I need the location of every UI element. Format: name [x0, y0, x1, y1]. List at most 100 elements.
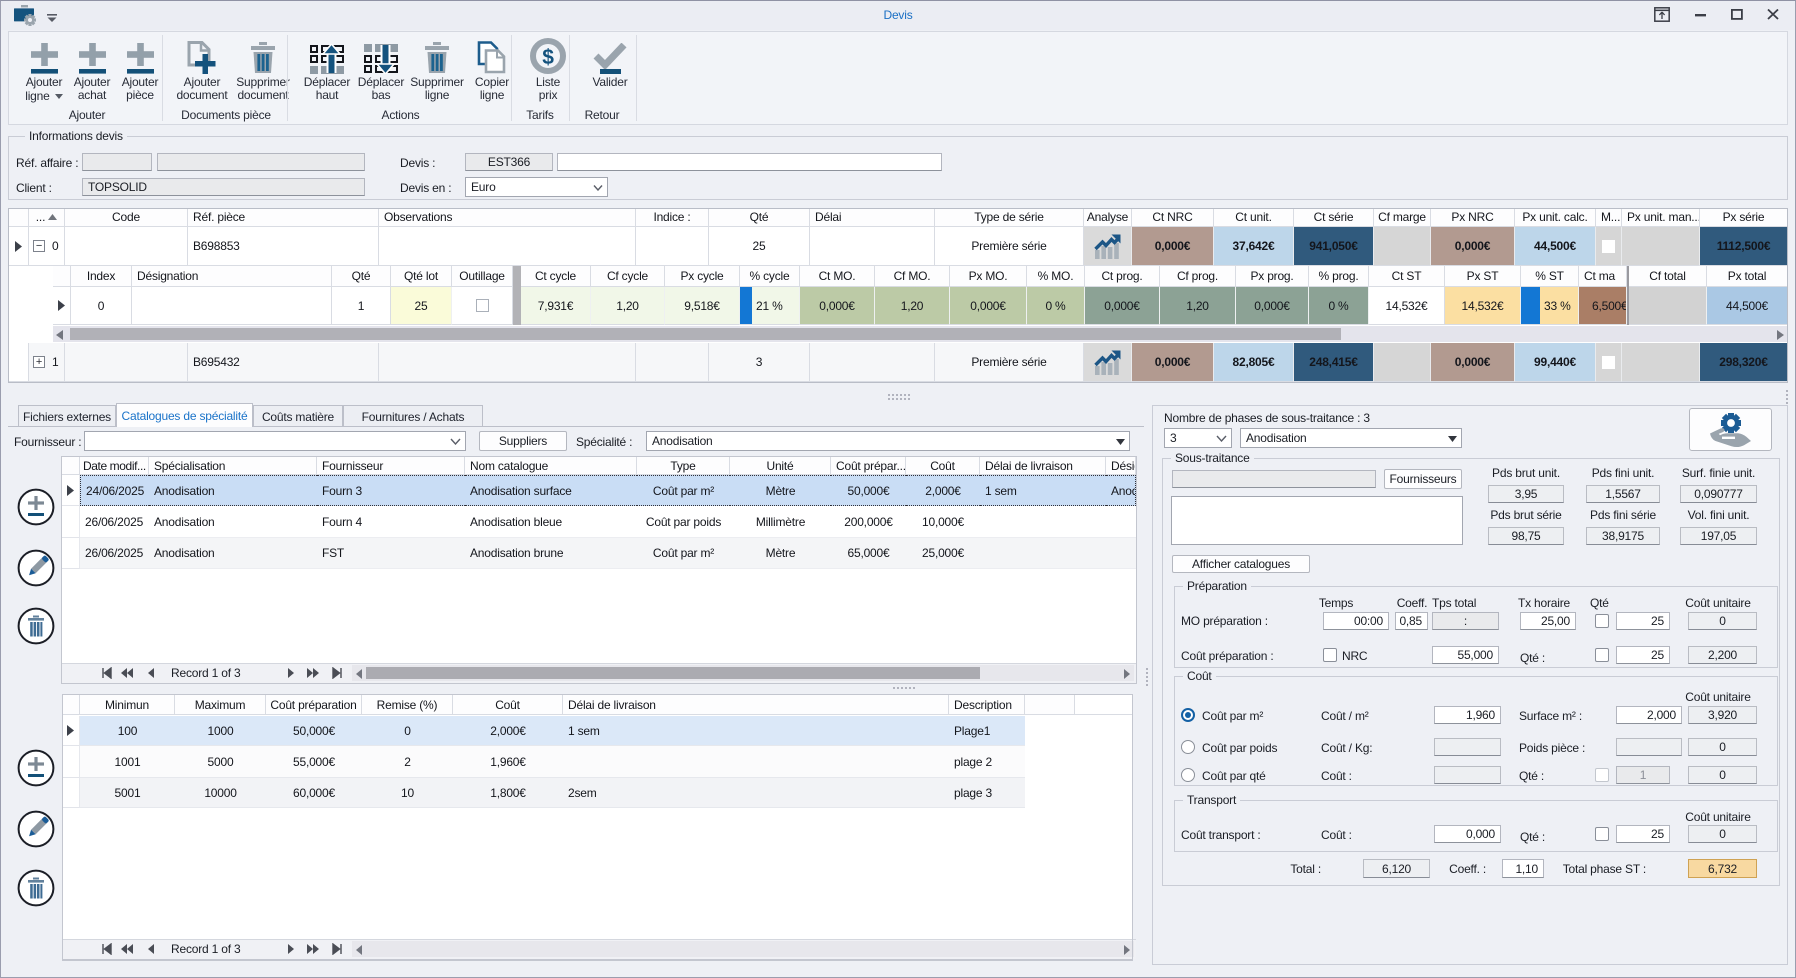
- grid-cell-px_nrc[interactable]: 0,000€: [1431, 227, 1515, 266]
- subgrid-header-pct_cycle[interactable]: % cycle: [740, 266, 800, 287]
- subgrid-cell-pct_cycle[interactable]: 21 %: [740, 287, 800, 325]
- catalog-cell-cout_prep[interactable]: 50,000€: [831, 475, 906, 506]
- catalog-cell-desig[interactable]: Anodisation: [1106, 475, 1136, 506]
- ranges-add-button[interactable]: [17, 749, 55, 790]
- cout-r3-radio[interactable]: [1181, 768, 1195, 782]
- catalog-header-cout[interactable]: Coût: [906, 457, 980, 475]
- subgrid-header-qte_lot[interactable]: Qté lot: [391, 266, 452, 287]
- subgrid-header-cf_cycle[interactable]: Cf cycle: [591, 266, 665, 287]
- catalog-header-cout_prep[interactable]: Coût prépar...: [831, 457, 906, 475]
- nav-hscroll-right-icon[interactable]: [1124, 668, 1130, 682]
- ajouter-document-button[interactable]: Ajouterdocument: [174, 36, 230, 106]
- grid-header-px_unit_calc[interactable]: Px unit. calc.: [1515, 208, 1596, 227]
- catalog-cell-nom[interactable]: Anodisation brune: [465, 538, 637, 569]
- valider-button[interactable]: Valider: [580, 36, 640, 106]
- subgrid-cell-cf_mo[interactable]: 1,20: [875, 287, 950, 325]
- grid-cell-serie[interactable]: Première série: [935, 227, 1084, 266]
- grid-cell-indice[interactable]: [636, 227, 709, 266]
- nav-prev-button[interactable]: [146, 943, 160, 958]
- grid-cell-px_nrc[interactable]: 0,000€: [1431, 343, 1515, 382]
- grid-header-m[interactable]: M...: [1596, 208, 1622, 227]
- grid-cell-obs[interactable]: [379, 227, 636, 266]
- ranges-cell-cout[interactable]: 1,960€: [453, 746, 563, 778]
- ranges-cell-remise[interactable]: 0: [362, 716, 453, 746]
- tab-catalogues-de-specialite[interactable]: Catalogues de spécialité: [116, 403, 253, 427]
- subgrid-header-px_cycle[interactable]: Px cycle: [665, 266, 740, 287]
- subgrid-header-outillage[interactable]: Outillage: [452, 266, 513, 287]
- grid-header-px_serie[interactable]: Px série: [1700, 208, 1788, 227]
- subgrid-header-px_total[interactable]: Px total: [1707, 266, 1788, 287]
- splitter-grid-bottom2[interactable]: [888, 398, 910, 400]
- subgrid-cell-qte_lot[interactable]: 25: [391, 287, 452, 325]
- mo-tx-horaire-field[interactable]: 25,00: [1520, 612, 1576, 630]
- cout-r2-radio-label[interactable]: Coût par poids: [1202, 741, 1277, 755]
- grid-header-serie[interactable]: Type de série: [935, 208, 1084, 227]
- nav-last-button[interactable]: [330, 667, 344, 682]
- catalog-edit-button[interactable]: [17, 549, 55, 590]
- catalog-cell-cout[interactable]: 10,000€: [906, 506, 980, 538]
- subgrid-header-cf_mo[interactable]: Cf MO.: [875, 266, 950, 287]
- subgrid-header-px_prog[interactable]: Px prog.: [1236, 266, 1309, 287]
- subgrid-cell-px_total[interactable]: 44,500€: [1707, 287, 1788, 325]
- deplacer-bas-button[interactable]: Déplacerbas: [355, 36, 407, 106]
- catalog-cell-unite[interactable]: Mètre: [730, 538, 831, 569]
- grid-cell-px_unit_man[interactable]: [1622, 343, 1700, 382]
- catalog-cell-fourn[interactable]: Fourn 3: [317, 475, 465, 506]
- catalog-cell-cout_prep[interactable]: 200,000€: [831, 506, 906, 538]
- devis-description-field[interactable]: [557, 153, 942, 171]
- deplacer-haut-button[interactable]: Déplacerhaut: [299, 36, 355, 106]
- grid-cell-obs[interactable]: [379, 343, 636, 382]
- ranges-cell-delai[interactable]: 2sem: [563, 778, 949, 808]
- subgrid-header-pct_mo[interactable]: % MO.: [1027, 266, 1085, 287]
- grid-header-ref[interactable]: Réf. pièce: [188, 208, 379, 227]
- catalog-cell-type[interactable]: Coût par m²: [637, 475, 730, 506]
- catalog-cell-delai[interactable]: 1 sem: [980, 475, 1106, 506]
- catalog-cell-cout_prep[interactable]: 65,000€: [831, 538, 906, 569]
- tab-couts-matiere[interactable]: Coûts matière: [253, 405, 343, 427]
- tab-fichiers-externes[interactable]: Fichiers externes: [18, 405, 116, 427]
- ranges-cell-delai[interactable]: [563, 746, 949, 778]
- catalog-header-delai[interactable]: Délai de livraison: [980, 457, 1106, 475]
- catalog-cell-date[interactable]: 24/06/2025: [80, 475, 149, 506]
- tab-fournitures-achats[interactable]: Fournitures / Achats: [343, 405, 483, 427]
- specialite-combo[interactable]: Anodisation: [646, 431, 1130, 451]
- nav-next-page-button[interactable]: [306, 943, 320, 958]
- grid-header-obs[interactable]: Observations: [379, 208, 636, 227]
- fournisseur-combo[interactable]: [84, 431, 466, 451]
- nav-first-button[interactable]: [100, 667, 114, 682]
- subgrid-cell-index[interactable]: 0: [71, 287, 132, 325]
- grid-row-expand-toggle[interactable]: +: [33, 356, 45, 368]
- subgrid-hscroll-left-icon[interactable]: [56, 329, 63, 343]
- ranges-edit-button[interactable]: [17, 810, 55, 851]
- subgrid-header-qte[interactable]: Qté: [332, 266, 391, 287]
- subgrid-header-index[interactable]: Index: [71, 266, 132, 287]
- grid-cell-px_serie[interactable]: 298,320€: [1700, 343, 1788, 382]
- ribbon-pin-button[interactable]: [1645, 0, 1679, 29]
- prep-qte-field[interactable]: 25: [1616, 646, 1670, 664]
- m-checkbox[interactable]: [1602, 240, 1615, 253]
- liste-prix-button[interactable]: $ Listeprix: [522, 36, 574, 106]
- subgrid-header-pct_st[interactable]: % ST: [1521, 266, 1579, 287]
- ranges-cell-desc[interactable]: plage 2: [949, 746, 1025, 778]
- subgrid-cell-cf_prog[interactable]: 1,20: [1160, 287, 1236, 325]
- catalog-cell-delai[interactable]: [980, 538, 1106, 569]
- ranges-cell-min[interactable]: 100: [80, 716, 175, 746]
- nrc-checkbox[interactable]: [1323, 648, 1337, 662]
- subcontracting-settings-button[interactable]: [1689, 408, 1772, 451]
- cout-r2-radio[interactable]: [1181, 740, 1195, 754]
- subgrid-header-designation[interactable]: Désignation: [132, 266, 332, 287]
- phase-number-combo[interactable]: 3: [1164, 428, 1232, 448]
- subgrid-header-ct_ma[interactable]: Ct ma: [1579, 266, 1627, 287]
- nav-hscroll-right-icon[interactable]: [1124, 944, 1130, 958]
- catalog-header-unite[interactable]: Unité: [730, 457, 831, 475]
- nav-last-button[interactable]: [330, 943, 344, 958]
- grid-header-ct_serie[interactable]: Ct série: [1294, 208, 1374, 227]
- ajouter-piece-button[interactable]: Ajouterpièce: [116, 36, 164, 106]
- ajouter-achat-button[interactable]: Ajouterachat: [68, 36, 116, 106]
- nav-hscroll-left-icon[interactable]: [356, 944, 362, 958]
- grid-header-options[interactable]: ...: [29, 208, 65, 227]
- grid-cell-qte[interactable]: 3: [709, 343, 810, 382]
- nav-prev-button[interactable]: [146, 667, 160, 682]
- phase-name-combo[interactable]: Anodisation: [1240, 428, 1462, 448]
- catalog-header-date[interactable]: Date modif...: [80, 457, 149, 475]
